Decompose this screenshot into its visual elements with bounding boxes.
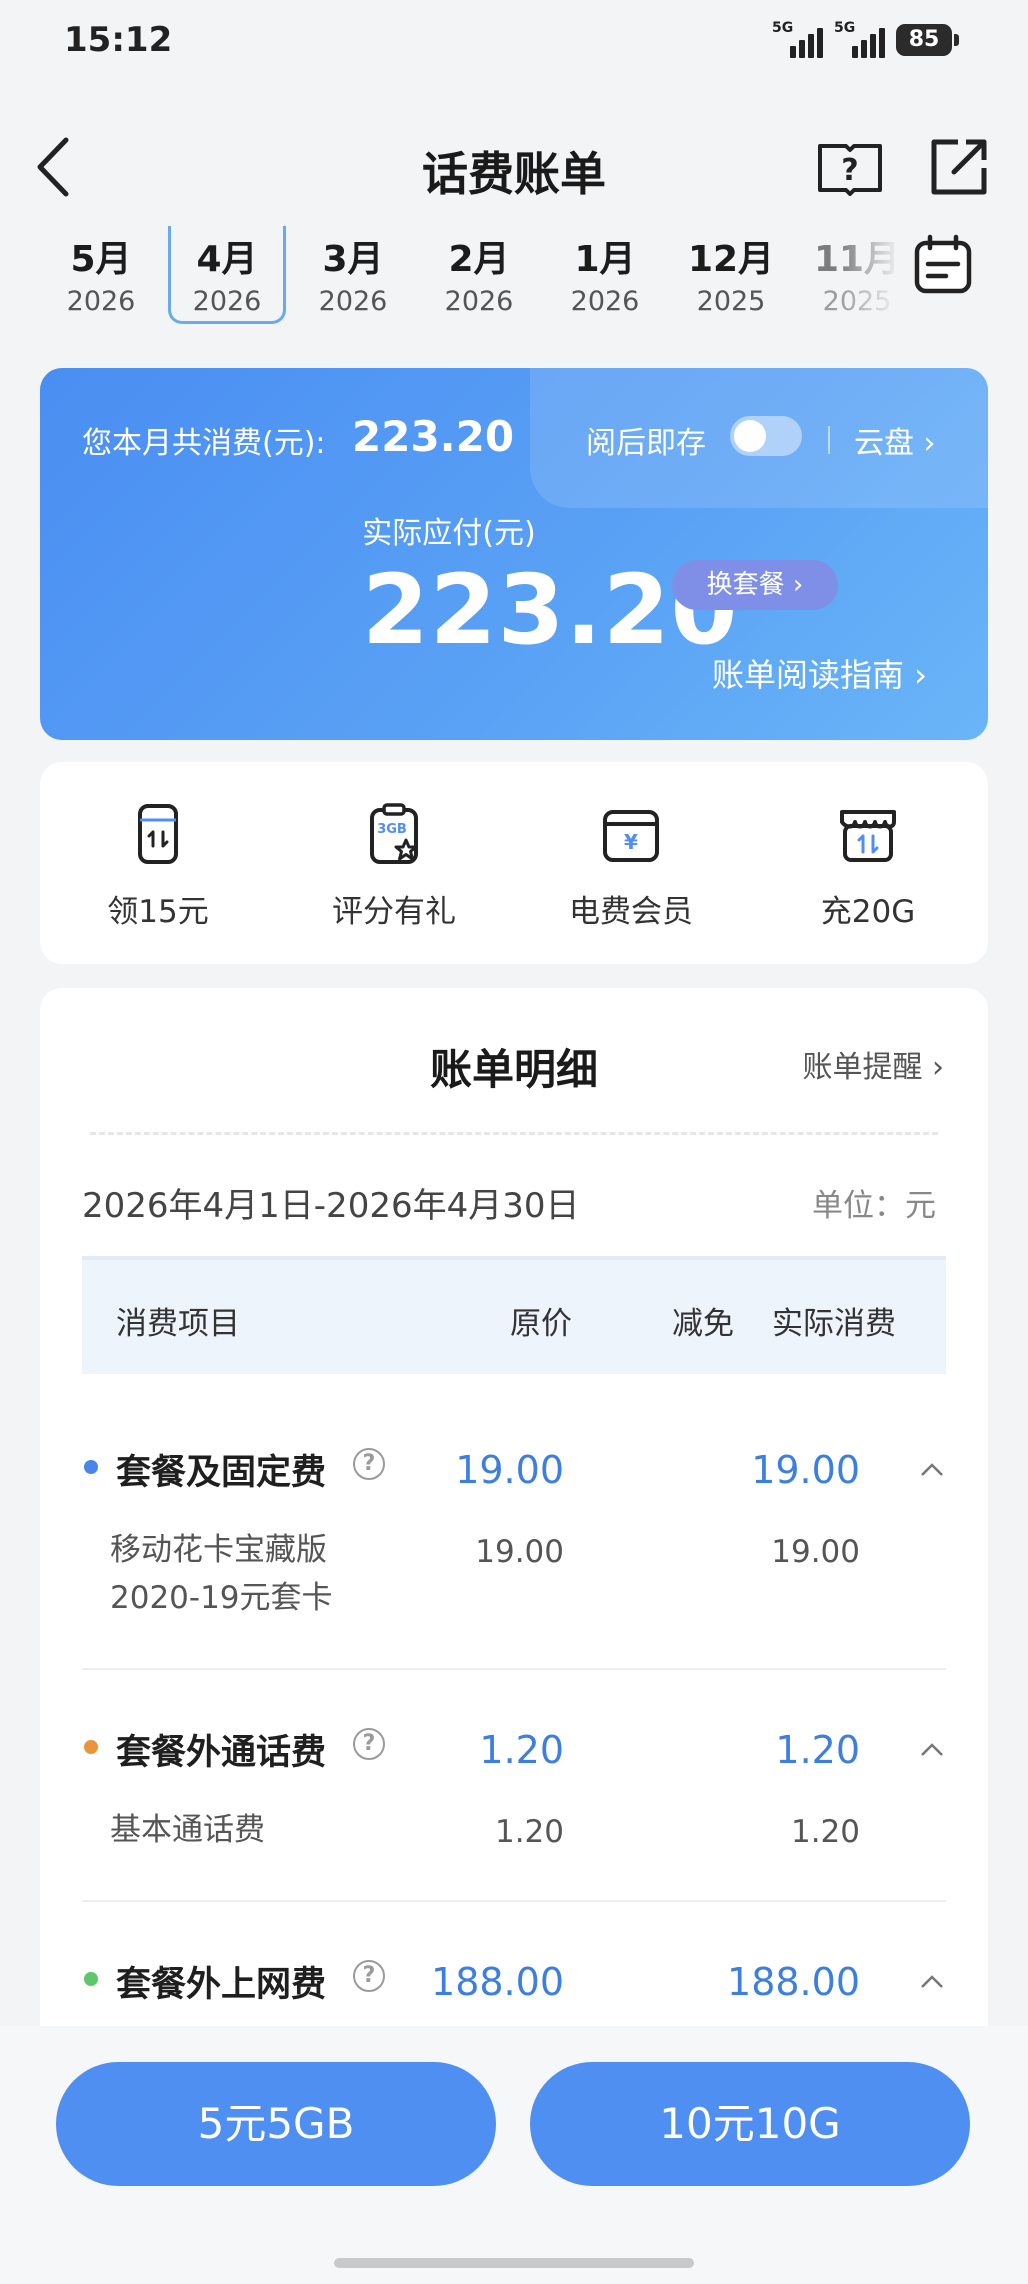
change-plan-button[interactable]: 换套餐 › [672, 560, 838, 610]
month-tab[interactable]: 1月 2026 [546, 226, 664, 324]
help-book-icon[interactable]: ? [816, 138, 884, 196]
item-original: 1.20 [494, 1814, 564, 1850]
table-header: 消费项目 原价 减免 实际消费 [82, 1256, 946, 1374]
save-after-read-label: 阅后即存 [586, 426, 706, 461]
column-header: 消费项目 [116, 1306, 240, 1342]
yuan-box-icon: ¥ [603, 810, 659, 862]
billing-period: 2026年4月1日-2026年4月30日 [82, 1186, 580, 1226]
divider [90, 1132, 938, 1135]
signal-icon: 5G [772, 20, 823, 58]
item-actual: 19.00 [771, 1534, 860, 1570]
category-dot [84, 1740, 98, 1754]
home-indicator[interactable] [334, 2258, 694, 2268]
top-bar: 话费账单 ? [0, 110, 1028, 220]
3gb-star-icon: 3GB [370, 803, 418, 864]
share-icon[interactable] [928, 136, 990, 198]
help-circle-icon[interactable]: ? [353, 1960, 385, 1992]
store-transfer-icon [840, 810, 896, 862]
divider [82, 1668, 946, 1670]
chevron-up-icon[interactable] [920, 1970, 944, 1994]
help-circle-icon[interactable]: ? [353, 1728, 385, 1760]
buy-5gb-button[interactable]: 5元5GB [56, 2062, 496, 2186]
category-dot [84, 1460, 98, 1474]
category-actual: 19.00 [751, 1448, 860, 1492]
svg-text:?: ? [841, 153, 858, 188]
divider [82, 1900, 946, 1902]
total-value: 223.20 [352, 412, 515, 461]
category-name: 套餐外上网费 [116, 1965, 327, 2005]
bill-summary-card: 您本月共消费(元): 223.20 阅后即存 云盘 › 实际应付(元) 223.… [40, 368, 988, 740]
month-tab[interactable]: 12月 2025 [672, 226, 790, 324]
chevron-up-icon[interactable] [920, 1738, 944, 1762]
save-toggle[interactable] [730, 416, 802, 456]
divider [828, 426, 830, 454]
quick-actions: 领15元 3GB 评分有礼 ¥ 电费会员 充20G [40, 762, 988, 964]
category-dot [84, 1972, 98, 1986]
scroll-fade [840, 226, 900, 326]
category-actual: 1.20 [775, 1728, 860, 1772]
cloud-disk-link[interactable]: 云盘 › [854, 418, 936, 462]
month-tab[interactable]: 3月 2026 [294, 226, 412, 324]
bottom-action-bar: 5元5GB 10元10G [0, 2026, 1028, 2284]
item-original: 19.00 [475, 1534, 564, 1570]
bill-reminder-link[interactable]: 账单提醒 › [802, 1042, 944, 1086]
item-name: 移动花卡宝藏版 [110, 1532, 327, 1568]
month-tab[interactable]: 5月 2026 [42, 226, 160, 324]
category-original: 188.00 [431, 1960, 564, 2004]
help-circle-icon[interactable]: ? [353, 1448, 385, 1480]
item-name: 2020-19元套卡 [110, 1580, 333, 1616]
calendar-icon[interactable] [912, 234, 974, 296]
total-label: 您本月共消费(元): [82, 426, 326, 461]
bill-guide-link[interactable]: 账单阅读指南 › [712, 650, 927, 696]
quick-action-top-up-20g[interactable]: 充20G [768, 802, 968, 931]
item-name: 基本通话费 [110, 1812, 265, 1848]
category-actual: 188.00 [727, 1960, 860, 2004]
column-header: 减免 [672, 1306, 734, 1342]
category-name: 套餐外通话费 [116, 1733, 327, 1773]
buy-10g-button[interactable]: 10元10G [530, 2062, 970, 2186]
category-original: 19.00 [455, 1448, 564, 1492]
column-header: 原价 [510, 1306, 572, 1342]
chevron-up-icon[interactable] [920, 1458, 944, 1482]
sim-transfer-icon [138, 804, 178, 864]
month-tab[interactable]: 2月 2026 [420, 226, 538, 324]
quick-action-electric-member[interactable]: ¥ 电费会员 [531, 802, 731, 931]
svg-text:3GB: 3GB [377, 822, 407, 837]
category-original: 1.20 [479, 1728, 564, 1772]
month-tab-selected[interactable]: 4月 2026 [168, 226, 286, 324]
column-header: 实际消费 [772, 1306, 896, 1342]
signal-icon: 5G [834, 20, 885, 58]
currency-unit: 单位：元 [812, 1188, 936, 1224]
clock: 15:12 [64, 20, 173, 60]
item-actual: 1.20 [790, 1814, 860, 1850]
category-name: 套餐及固定费 [116, 1453, 327, 1493]
battery-icon: 85 [896, 24, 959, 56]
quick-action-claim-15[interactable]: 领15元 [58, 802, 258, 931]
amount-due-label: 实际应付(元) [362, 516, 536, 551]
status-bar: 15:12 5G 5G 85 [0, 0, 1028, 90]
quick-action-rating-gift[interactable]: 3GB 评分有礼 [294, 802, 494, 931]
svg-text:¥: ¥ [624, 830, 638, 854]
